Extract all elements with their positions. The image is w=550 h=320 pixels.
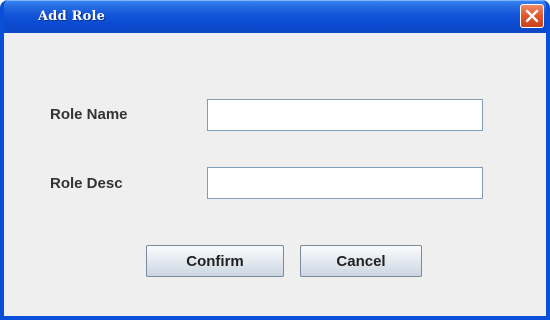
title-bar[interactable]: Add Role	[4, 0, 546, 33]
role-desc-input[interactable]	[207, 167, 483, 199]
dialog-body: Role Name Role Desc Confirm Cancel	[4, 33, 546, 316]
close-button[interactable]	[520, 4, 544, 28]
cancel-button[interactable]: Cancel	[300, 245, 422, 277]
dialog-title: Add Role	[38, 9, 106, 24]
role-name-label: Role Name	[50, 106, 128, 123]
confirm-button[interactable]: Confirm	[146, 245, 284, 277]
role-desc-label: Role Desc	[50, 175, 123, 192]
add-role-dialog: Add Role Role Name Role Desc Confirm Can…	[0, 0, 550, 320]
role-name-input[interactable]	[207, 99, 483, 131]
close-icon	[525, 9, 539, 23]
